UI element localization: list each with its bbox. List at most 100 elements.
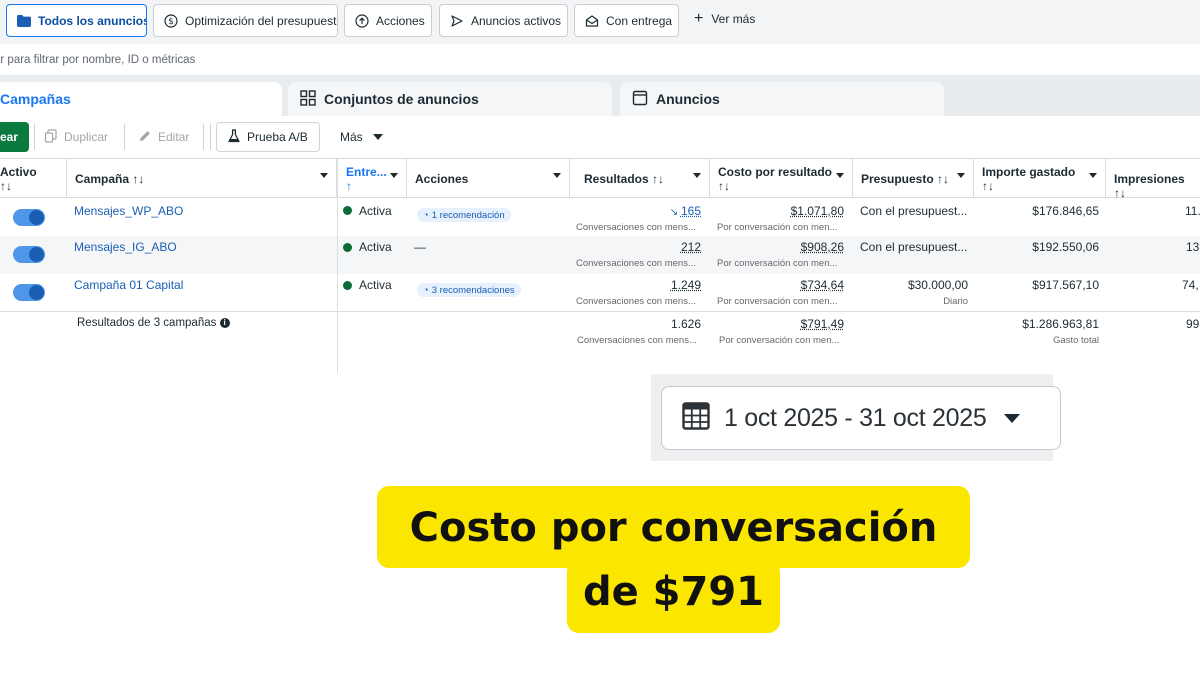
create-label: ear [0,130,19,144]
duplicate-button[interactable]: Duplicar [44,122,108,152]
chip-todos-los-anuncios[interactable]: Todos los anuncios [6,4,147,37]
cost-sub: Por conversación con men... [717,296,838,307]
chip-label: Todos los anuncios [38,13,147,28]
spent-value: $192.550,06 [1032,240,1099,254]
header-campana[interactable]: Campaña ↑↓ [67,159,337,198]
cost-sub: Por conversación con men... [717,258,838,269]
header-activo[interactable]: Activo ↑↓ [0,159,67,198]
info-icon[interactable]: i [219,318,230,328]
totals-cost-sub: Por conversación con men... [719,335,840,346]
impressions-value: 11. [1185,204,1200,218]
header-resultados[interactable]: Resultados ↑↓ [570,159,710,198]
ab-test-label: Prueba A/B [247,130,308,144]
filter-bar: Todos los anuncios $ Optimización del pr… [0,0,1200,44]
table-row[interactable]: Campaña 01 Capital Activa ◔ 3 recomendac… [0,274,1200,312]
more-button[interactable]: Más [340,122,383,152]
header-importe-gastado[interactable]: Importe gastado ↑↓ [974,159,1106,198]
chip-anuncios-activos[interactable]: Anuncios activos [439,4,568,37]
chevron-down-icon [553,173,561,178]
budget-value: Con el presupuest... [860,240,968,254]
header-costo-por-resultado[interactable]: Costo por resultado ↑↓ [710,159,853,198]
header-label: Activo [0,165,37,179]
campaign-name-link[interactable]: Mensajes_IG_ABO [74,240,177,254]
tab-label: Campañas [0,91,71,107]
recommendation-badge[interactable]: ◔ 1 recomendación [417,208,511,222]
recommendation-label: 3 recomendaciones [431,284,515,296]
create-button[interactable]: ear [0,122,29,152]
caption-line-2: de $791 [582,569,764,615]
edit-button[interactable]: Editar [138,122,189,152]
chip-label: Acciones [376,13,425,28]
results-number: 165 [680,204,701,218]
header-acciones[interactable]: Acciones [407,159,570,198]
sort-icon: ↑↓ [718,179,730,193]
impressions-value: 74, [1182,278,1199,292]
play-outline-icon [450,14,464,28]
chip-con-entrega[interactable]: Con entrega [574,4,679,37]
header-entrega[interactable]: Entre... ↑ [337,159,407,198]
header-label: Costo por resultado [718,165,833,179]
campaign-toggle[interactable] [13,246,45,263]
campaign-toggle[interactable] [13,209,45,226]
impressions-value: 13 [1186,240,1200,254]
campaign-name-link[interactable]: Mensajes_WP_ABO [74,204,183,218]
chip-label: Con entrega [606,13,673,28]
header-label: Presupuesto ↑↓ [861,172,950,186]
folder-icon [17,14,31,28]
caret-down-icon [1004,413,1021,423]
chevron-down-icon [693,173,701,178]
budget-value: $30.000,00 [907,278,968,292]
campaign-name-link[interactable]: Campaña 01 Capital [74,278,183,292]
recommendation-badge[interactable]: ◔ 3 recomendaciones [417,283,521,297]
cost-value[interactable]: $1.071,80 [791,204,844,218]
date-range-picker[interactable]: 1 oct 2025 - 31 oct 2025 [661,386,1061,450]
header-label: Resultados ↑↓ [584,172,665,186]
totals-cost: $791,49 [800,317,844,331]
chevron-down-icon [1089,173,1097,178]
tab-anuncios[interactable]: Anuncios [620,82,944,116]
grid-icon [300,89,316,109]
duplicate-label: Duplicar [64,130,109,144]
results-sub: Conversaciones con mens... [576,222,696,233]
caret-down-icon [372,134,383,140]
table-row[interactable]: Mensajes_WP_ABO Activa ◔ 1 recomendación… [0,198,1200,236]
duplicate-icon [44,128,58,146]
level-tabs: Campañas Conjuntos de anuncios Anuncios [0,76,1200,116]
table-row[interactable]: Mensajes_IG_ABO Activa — 212 Conversacio… [0,236,1200,274]
spent-value: $176.846,65 [1032,204,1099,218]
results-value[interactable]: 212 [681,240,701,254]
status-dot [343,206,352,215]
tab-campanas[interactable]: Campañas [0,82,282,116]
pencil-icon [138,129,152,146]
totals-spent: $1.286.963,81 [1022,317,1099,331]
more-label: Más [340,130,363,144]
arrow-up-circle-icon [355,13,369,28]
totals-row: Resultados de 3 campañas i 1.626 Convers… [0,312,1200,352]
chip-acciones[interactable]: Acciones [344,4,432,37]
ver-mas-button[interactable]: + Ver más [694,11,756,27]
header-impresiones[interactable]: Impresiones ↑↓ [1106,159,1200,200]
recommendation-icon: ◔ [423,284,429,296]
search-input[interactable] [0,50,600,70]
tab-conjuntos-de-anuncios[interactable]: Conjuntos de anuncios [288,82,612,116]
sort-icon: ↑↓ [982,179,994,193]
results-value[interactable]: ↘ 165 [670,204,701,218]
results-value[interactable]: 1.249 [671,278,701,292]
status-dot [343,281,352,290]
sort-up-icon: ↑ [346,179,352,193]
sort-icon: ↑↓ [0,179,12,193]
campaign-toggle[interactable] [13,284,45,301]
chip-optimizacion-presupuesto[interactable]: $ Optimización del presupuesto [153,4,338,37]
ab-test-button[interactable]: Prueba A/B [216,122,320,152]
header-presupuesto[interactable]: Presupuesto ↑↓ [853,159,974,198]
table-header: Activo ↑↓ Campaña ↑↓ Entre... ↑ Acciones… [0,158,1200,200]
tab-label: Anuncios [656,91,720,107]
flask-icon [227,128,241,146]
header-label: Importe gastado [982,165,1076,179]
budget-value: Con el presupuest... [860,204,968,218]
recommendation-label: 1 recomendación [431,209,505,221]
cost-value[interactable]: $734,64 [801,278,844,292]
cost-value[interactable]: $908,26 [801,240,844,254]
search-bar [0,44,1200,76]
ver-mas-label: Ver más [711,12,756,26]
